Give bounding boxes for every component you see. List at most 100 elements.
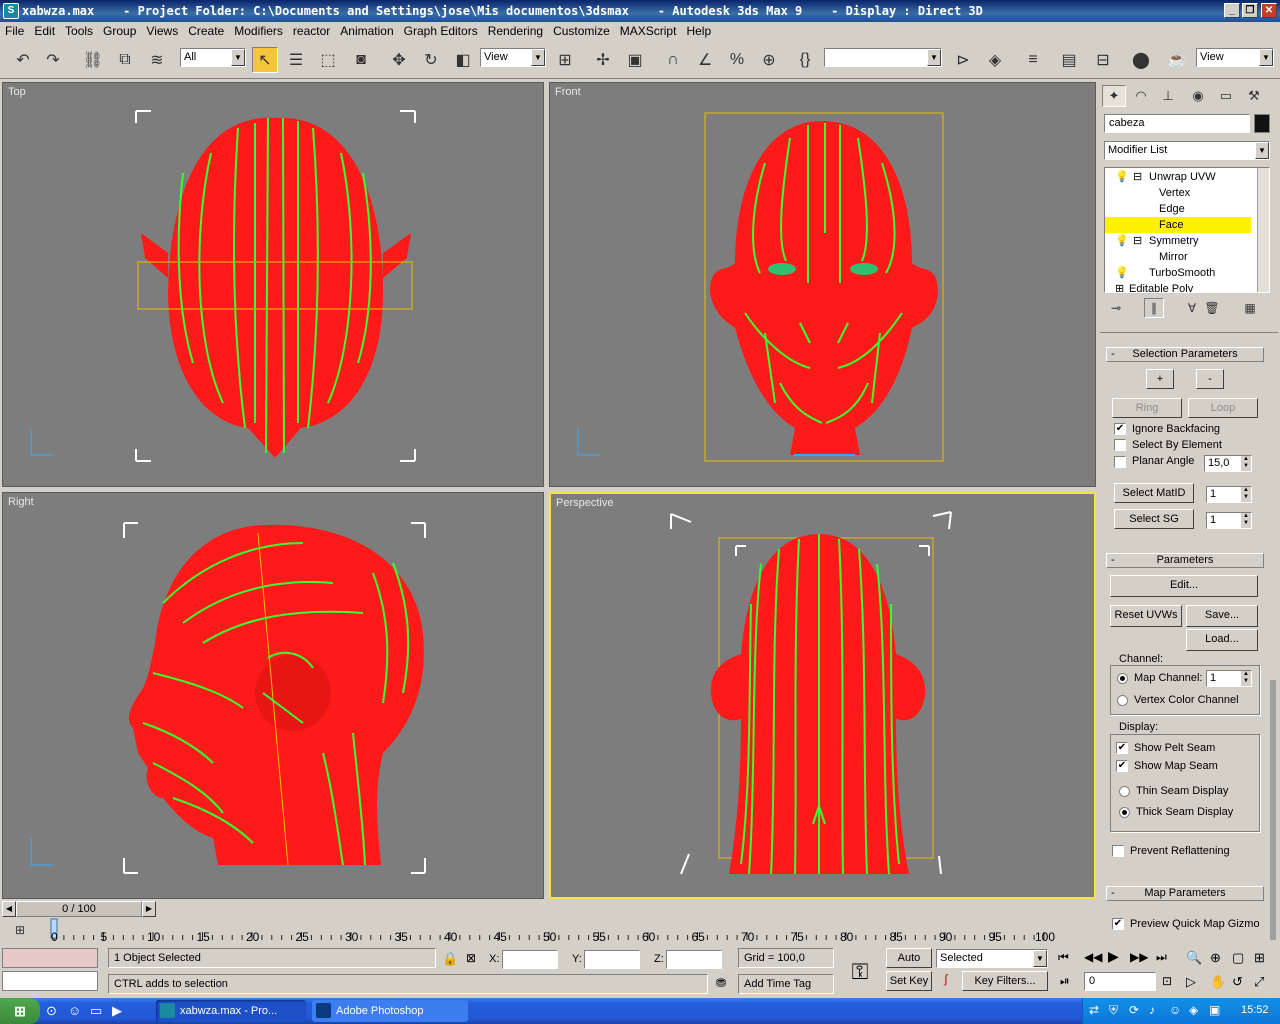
mirror-icon[interactable]: ⊳: [950, 47, 976, 73]
viewport-right[interactable]: Right: [2, 492, 544, 899]
select-and-scale-icon[interactable]: ◧: [450, 47, 476, 73]
arc-rotate-icon[interactable]: ↺: [1232, 974, 1243, 990]
menu-file[interactable]: File: [0, 22, 29, 38]
save-uvws-button[interactable]: Save...: [1186, 605, 1258, 627]
redo-icon[interactable]: ↷: [40, 47, 66, 73]
key-mode-toggle-icon[interactable]: ⏯: [1060, 974, 1070, 989]
window-crossing-icon[interactable]: ◙: [348, 47, 374, 73]
reset-uvws-button[interactable]: Reset UVWs: [1110, 605, 1182, 627]
load-uvws-button[interactable]: Load...: [1186, 629, 1258, 651]
close-button[interactable]: ✕: [1261, 3, 1277, 18]
select-matid-button[interactable]: Select MatID: [1114, 483, 1194, 503]
menu-customize[interactable]: Customize: [548, 22, 615, 38]
planar-angle-spinner[interactable]: 15,0 ▲ ▼: [1204, 455, 1252, 472]
menu-views[interactable]: Views: [141, 22, 183, 38]
select-and-rotate-icon[interactable]: ↻: [418, 47, 444, 73]
show-end-result-icon[interactable]: ∥: [1144, 298, 1164, 318]
minimize-button[interactable]: _: [1224, 3, 1240, 18]
stack-item-edge[interactable]: Edge: [1105, 201, 1255, 217]
percent-snap-icon[interactable]: %: [724, 47, 750, 73]
quick-launch-desktop-icon[interactable]: ▭: [90, 1003, 102, 1019]
ring-button[interactable]: Ring: [1112, 398, 1182, 418]
configure-modifier-sets-icon[interactable]: ▦: [1240, 298, 1260, 318]
quick-launch-browser-icon[interactable]: ⊙: [46, 1003, 57, 1019]
preview-quick-map-gizmo-checkbox[interactable]: ✔: [1112, 918, 1124, 930]
select-by-name-icon[interactable]: ☰: [283, 47, 309, 73]
auto-key-button[interactable]: Auto Key: [886, 948, 932, 982]
current-frame-field[interactable]: 0: [1084, 972, 1156, 991]
go-to-end-icon[interactable]: ⏭: [1156, 950, 1167, 965]
prevent-reflattening-checkbox[interactable]: [1112, 845, 1124, 857]
stack-item-vertex[interactable]: Vertex: [1105, 185, 1255, 201]
key-filters-button[interactable]: Key Filters...: [962, 971, 1048, 991]
menu-edit[interactable]: Edit: [29, 22, 60, 38]
menu-group[interactable]: Group: [98, 22, 141, 38]
zoom-extents-all-icon[interactable]: ⊞: [1254, 950, 1265, 966]
modify-tab-icon[interactable]: ◠: [1129, 85, 1153, 107]
tray-security-icon[interactable]: ⛨: [1109, 1003, 1118, 1018]
y-coordinate-field[interactable]: [584, 950, 640, 969]
render-scene-icon[interactable]: ☕: [1164, 47, 1190, 73]
default-tangent-icon[interactable]: ∫: [936, 972, 956, 991]
shrink-selection-button[interactable]: -: [1196, 369, 1224, 389]
zoom-icon[interactable]: 🔍: [1186, 950, 1202, 966]
edit-uvws-button[interactable]: Edit...: [1110, 575, 1258, 597]
start-button[interactable]: ⊞: [0, 998, 40, 1024]
tray-messenger-icon[interactable]: ☺: [1169, 1003, 1181, 1017]
select-and-link-icon[interactable]: ⛓: [80, 47, 106, 73]
show-map-seam-checkbox[interactable]: ✔: [1116, 760, 1128, 772]
select-matid-spinner[interactable]: 1 ▲ ▼: [1206, 486, 1252, 503]
set-key-button[interactable]: Set Key: [886, 971, 932, 991]
tray-network-icon[interactable]: ⇄: [1089, 1003, 1099, 1017]
spinner-snap-icon[interactable]: ⊕: [756, 47, 782, 73]
time-tag-icon[interactable]: ⛃: [716, 976, 726, 990]
select-and-manipulate-icon[interactable]: ✢: [590, 47, 616, 73]
select-object-icon[interactable]: ↖: [252, 47, 278, 73]
bind-space-warp-icon[interactable]: ≋: [144, 47, 170, 73]
maxscript-listener-output[interactable]: [2, 971, 98, 991]
z-coordinate-field[interactable]: [666, 950, 722, 969]
remove-modifier-icon[interactable]: 🗑: [1202, 298, 1222, 318]
maximize-button[interactable]: ❐: [1242, 3, 1258, 18]
stack-item-mirror[interactable]: Mirror: [1105, 249, 1255, 265]
thick-seam-display-radio[interactable]: [1119, 807, 1130, 818]
unlink-icon[interactable]: ⧉: [112, 47, 138, 73]
pan-view-icon[interactable]: ✋: [1210, 974, 1226, 990]
undo-icon[interactable]: ↶: [10, 47, 36, 73]
menu-help[interactable]: Help: [681, 22, 716, 38]
keyboard-shortcut-override-icon[interactable]: ▣: [622, 47, 648, 73]
stack-item-editable-poly[interactable]: ⊞ Editable Poly: [1105, 281, 1255, 292]
select-sg-button[interactable]: Select SG: [1114, 509, 1194, 529]
quick-launch-messenger-icon[interactable]: ☺: [68, 1003, 81, 1018]
create-tab-icon[interactable]: ✦: [1102, 85, 1126, 107]
select-sg-spinner[interactable]: 1 ▲ ▼: [1206, 512, 1252, 529]
absolute-mode-icon[interactable]: ⊠: [466, 951, 476, 965]
previous-frame-icon[interactable]: ◀◀: [1084, 950, 1102, 964]
lock-selection-icon[interactable]: 🔒: [442, 951, 458, 967]
next-frame-icon[interactable]: ▶▶: [1130, 950, 1148, 964]
stack-scrollbar[interactable]: [1257, 168, 1269, 292]
3dsmax-app-icon[interactable]: S: [3, 3, 19, 19]
show-pelt-seam-checkbox[interactable]: ✔: [1116, 742, 1128, 754]
stack-item-turbosmooth[interactable]: 💡 TurboSmooth: [1105, 265, 1255, 281]
field-of-view-icon[interactable]: ▷: [1186, 974, 1196, 990]
ignore-backfacing-checkbox[interactable]: ✔: [1114, 423, 1126, 435]
grow-selection-button[interactable]: +: [1146, 369, 1174, 389]
stack-item-symmetry[interactable]: 💡 ⊟ Symmetry: [1105, 233, 1255, 249]
map-channel-radio[interactable]: [1117, 673, 1128, 684]
time-slider-next-icon[interactable]: ▶: [142, 901, 156, 917]
rectangular-selection-icon[interactable]: ⬚: [315, 47, 341, 73]
maximize-viewport-icon[interactable]: ⤢: [1254, 974, 1264, 990]
modifier-stack[interactable]: 💡 ⊟ Unwrap UVW Vertex Edge Face 💡 ⊟ Symmetry…: [1104, 167, 1270, 293]
quick-launch-media-icon[interactable]: ▶: [112, 1003, 122, 1019]
select-by-element-checkbox[interactable]: [1114, 439, 1126, 451]
menu-rendering[interactable]: Rendering: [483, 22, 548, 38]
pin-stack-icon[interactable]: ⊸: [1106, 298, 1126, 318]
display-tab-icon[interactable]: ▭: [1214, 85, 1238, 107]
pivot-center-icon[interactable]: ⊞: [552, 47, 578, 73]
x-coordinate-field[interactable]: [502, 950, 558, 969]
tray-update-icon[interactable]: ⟳: [1129, 1003, 1139, 1017]
motion-tab-icon[interactable]: ◉: [1186, 85, 1210, 107]
named-selection-sets-dropdown[interactable]: ▼: [824, 48, 942, 67]
viewport-perspective[interactable]: Perspective: [549, 492, 1096, 899]
